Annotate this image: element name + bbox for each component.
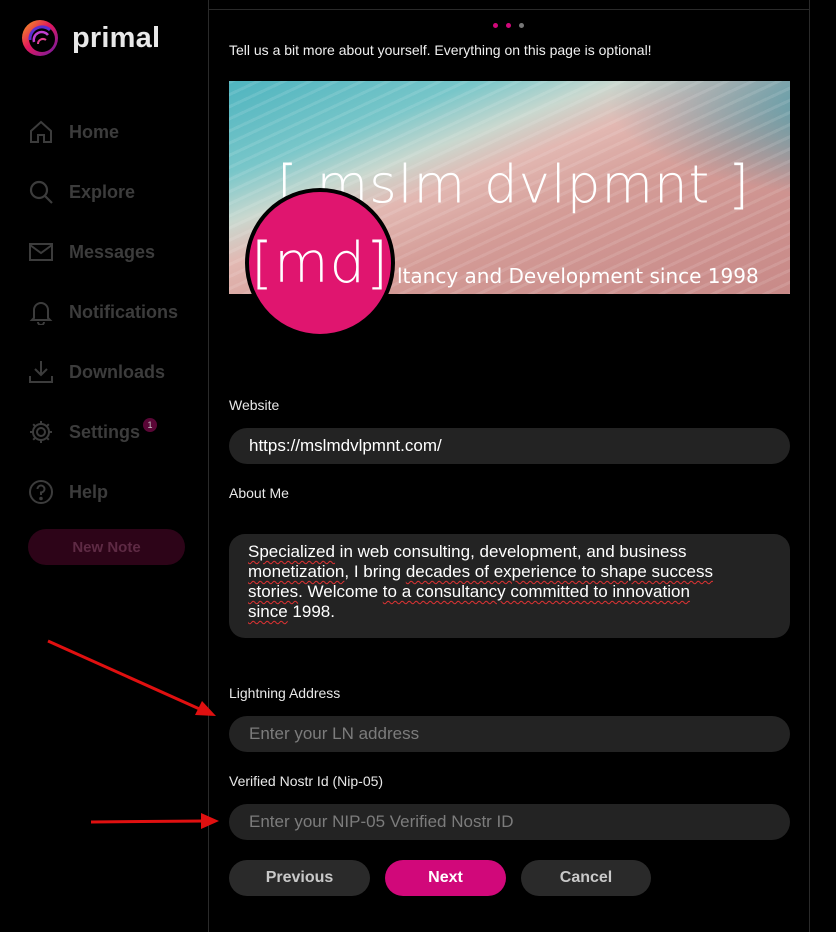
sidebar-item-label: Help — [69, 481, 109, 502]
about-text: . Welcome — [298, 582, 383, 601]
next-button[interactable]: Next — [385, 860, 506, 896]
avatar[interactable]: [md] — [245, 188, 395, 338]
lightning-address-input[interactable] — [229, 716, 790, 752]
sidebar-item-label: Messages — [69, 241, 156, 262]
sidebar-item-help[interactable]: Help — [28, 462, 178, 522]
help-icon — [28, 479, 54, 505]
about-text: stories — [248, 582, 299, 601]
download-icon — [28, 359, 54, 385]
divider — [209, 9, 809, 10]
about-line: stories. Welcome to a consultancy commit… — [248, 582, 770, 602]
sidebar-item-settings[interactable]: Settings 1 — [28, 402, 178, 462]
website-input[interactable]: https://mslmdvlpmnt.com/ — [229, 428, 790, 464]
nip05-input[interactable] — [229, 804, 790, 840]
about-label: About Me — [229, 485, 289, 501]
sidebar-item-label: Downloads — [69, 361, 166, 382]
about-text: to a consultancy committed to innovation — [382, 582, 690, 601]
gear-icon — [28, 419, 54, 445]
about-text: 1998. — [287, 602, 335, 621]
about-line: Specialized in web consulting, developme… — [248, 542, 770, 562]
envelope-icon — [28, 239, 54, 265]
previous-button[interactable]: Previous — [229, 860, 370, 896]
about-textarea[interactable]: Specialized in web consulting, developme… — [229, 534, 790, 638]
avatar-text: [md] — [251, 230, 389, 296]
step-dot — [519, 23, 524, 28]
about-text: in web consulting, development, and busi… — [334, 542, 687, 561]
main-nav: Home Explore Messages Notifications Down… — [28, 102, 178, 522]
step-dot — [506, 23, 511, 28]
sidebar-item-label: Home — [69, 121, 120, 142]
intro-text: Tell us a bit more about yourself. Every… — [229, 42, 652, 58]
about-text: , I bring — [344, 562, 406, 581]
banner-subtitle: ltancy and Development since 1998 — [397, 264, 759, 288]
about-line: since 1998. — [248, 602, 770, 622]
home-icon — [28, 119, 54, 145]
about-text: since — [248, 602, 288, 621]
cancel-button[interactable]: Cancel — [521, 860, 651, 896]
lightning-label: Lightning Address — [229, 685, 341, 701]
sidebar-item-notifications[interactable]: Notifications — [28, 282, 178, 342]
website-label: Website — [229, 397, 280, 413]
about-text: decades of experience to shape success — [405, 562, 713, 581]
about-line: monetization, I bring decades of experie… — [248, 562, 770, 582]
settings-badge: 1 — [143, 418, 158, 432]
bell-icon — [28, 299, 54, 325]
sidebar-item-home[interactable]: Home — [28, 102, 178, 162]
profile-wizard: Tell us a bit more about yourself. Every… — [208, 0, 810, 932]
search-icon — [28, 179, 54, 205]
sidebar-item-messages[interactable]: Messages — [28, 222, 178, 282]
sidebar-item-label: Explore — [69, 181, 136, 202]
sidebar-item-explore[interactable]: Explore — [28, 162, 178, 222]
sidebar-item-downloads[interactable]: Downloads — [28, 342, 178, 402]
sidebar-item-label: Settings — [69, 421, 141, 442]
step-dot — [493, 23, 498, 28]
primal-logo-icon — [22, 20, 58, 56]
new-note-button[interactable]: New Note — [28, 529, 185, 565]
sidebar-item-label: Notifications — [69, 301, 179, 322]
app-logo[interactable]: primal — [20, 18, 160, 58]
nip05-label: Verified Nostr Id (Nip-05) — [229, 773, 384, 789]
sidebar: primal Home Explore Messages Notificatio… — [0, 0, 208, 932]
about-text: Specialized — [248, 542, 335, 561]
step-indicator — [493, 23, 524, 28]
app-name: primal — [72, 21, 161, 54]
about-text: monetization — [248, 562, 345, 581]
